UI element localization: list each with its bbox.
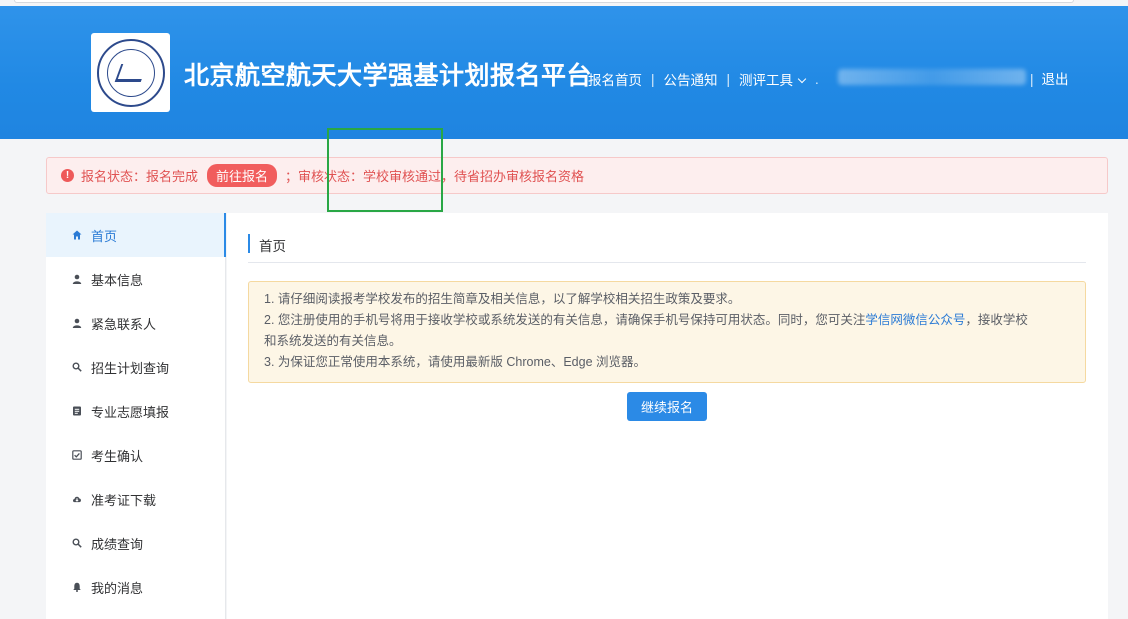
sidebar-item-label: 考生确认 xyxy=(91,448,144,464)
main-content: 首页 1. 请仔细阅读报考学校发布的招生简章及相关信息，以了解学校相关招生政策及… xyxy=(227,213,1108,619)
check-icon xyxy=(72,450,82,460)
user-info-redacted xyxy=(838,69,1026,85)
sidebar-item-home[interactable]: 首页 xyxy=(46,213,226,257)
sidebar-item-major-preference[interactable]: 专业志愿填报 xyxy=(46,389,225,433)
home-icon xyxy=(72,230,82,240)
sidebar-item-my-messages[interactable]: 我的消息 xyxy=(46,565,225,609)
seal-plane-mark xyxy=(114,63,147,82)
seal-outer-ring xyxy=(96,38,165,107)
search-icon xyxy=(72,362,82,372)
sidebar-item-enrollment-plan[interactable]: 招生计划查询 xyxy=(46,345,225,389)
logout-link[interactable]: 退出 xyxy=(1042,72,1069,87)
nav-tools-dropdown[interactable]: 测评工具 xyxy=(739,69,807,89)
site-header: 北京航空航天大学强基计划报名平台 报名首页 | 公告通知 | 测评工具 . | 退… xyxy=(0,6,1128,139)
user-icon xyxy=(72,318,82,328)
nav-separator: | xyxy=(651,71,655,87)
registration-status-alert: ! 报名状态：报名完成 前往报名 ；审核状态：学校审核通过，待省招办审核报名资格 xyxy=(46,157,1108,194)
nav-home-link[interactable]: 报名首页 xyxy=(588,69,642,89)
sidebar-item-emergency-contact[interactable]: 紧急联系人 xyxy=(46,301,225,345)
sidebar-item-basic-info[interactable]: 基本信息 xyxy=(46,257,225,301)
university-seal-icon[interactable] xyxy=(91,33,170,112)
nav-separator: | xyxy=(1030,72,1034,87)
seal-inner-ring xyxy=(106,48,155,97)
form-icon xyxy=(72,406,82,416)
sidebar-item-score-query[interactable]: 成绩查询 xyxy=(46,521,225,565)
notice-line-2: 2. 您注册使用的手机号将用于接收学校或系统发送的有关信息，请确保手机号保持可用… xyxy=(264,310,1070,331)
sidebar-item-admission-ticket[interactable]: 准考证下载 xyxy=(46,477,225,521)
notice-line-2-cont: 和系统发送的有关信息。 xyxy=(264,334,402,348)
notice-line-2-suffix: ，接收学校 xyxy=(965,313,1028,327)
site-title: 北京航空航天大学强基计划报名平台 xyxy=(184,62,593,90)
page-title: 首页 xyxy=(259,239,286,254)
warning-icon: ! xyxy=(61,169,74,182)
sidebar: 首页 基本信息 紧急联系人 招生计划查询 专业志愿填报 考生确认 准考证下载 成… xyxy=(46,213,226,619)
sidebar-item-label: 准考证下载 xyxy=(91,492,157,508)
sidebar-item-label: 紧急联系人 xyxy=(91,316,157,332)
nav-separator: | xyxy=(726,71,731,87)
notice-line-2-prefix: 2. 您注册使用的手机号将用于接收学校或系统发送的有关信息，请确保手机号保持可用… xyxy=(264,313,866,327)
top-nav: 报名首页 | 公告通知 | 测评工具 . xyxy=(588,69,828,89)
review-status-text: ；审核状态：学校审核通过，待省招办审核报名资格 xyxy=(285,169,585,184)
nav-tools-label: 测评工具 xyxy=(739,73,794,88)
notice-box: 1. 请仔细阅读报考学校发布的招生简章及相关信息，以了解学校相关招生政策及要求。… xyxy=(248,281,1086,383)
sidebar-item-label: 基本信息 xyxy=(91,272,144,288)
sidebar-item-label: 专业志愿填报 xyxy=(91,404,170,420)
sidebar-item-label: 成绩查询 xyxy=(91,536,144,552)
logout-area: | 退出 xyxy=(1030,68,1069,88)
sidebar-item-candidate-confirm[interactable]: 考生确认 xyxy=(46,433,225,477)
registration-status-text: 报名状态：报名完成 xyxy=(81,169,199,184)
search-icon xyxy=(72,538,82,548)
sidebar-item-label: 首页 xyxy=(91,228,118,244)
continue-registration-button[interactable]: 继续报名 xyxy=(627,392,707,421)
page-title-accent-bar xyxy=(248,234,250,253)
notice-line-3: 3. 为保证您正常使用本系统，请使用最新版 Chrome、Edge 浏览器。 xyxy=(264,355,646,369)
user-icon xyxy=(72,274,82,284)
nav-separator: . xyxy=(815,71,819,87)
xuexin-wechat-link[interactable]: 学信网微信公众号 xyxy=(865,313,965,327)
chevron-down-icon xyxy=(797,74,807,84)
nav-announcements-link[interactable]: 公告通知 xyxy=(664,69,718,89)
notice-line-1: 1. 请仔细阅读报考学校发布的招生简章及相关信息，以了解学校相关招生政策及要求。 xyxy=(264,292,741,306)
sidebar-item-label: 招生计划查询 xyxy=(91,360,170,376)
cloud-download-icon xyxy=(72,494,82,504)
top-strip-line xyxy=(14,0,1074,3)
goto-registration-button[interactable]: 前往报名 xyxy=(207,164,278,187)
sidebar-item-label: 我的消息 xyxy=(91,580,144,596)
page-header: 首页 xyxy=(248,232,1086,263)
bell-icon xyxy=(72,582,82,592)
